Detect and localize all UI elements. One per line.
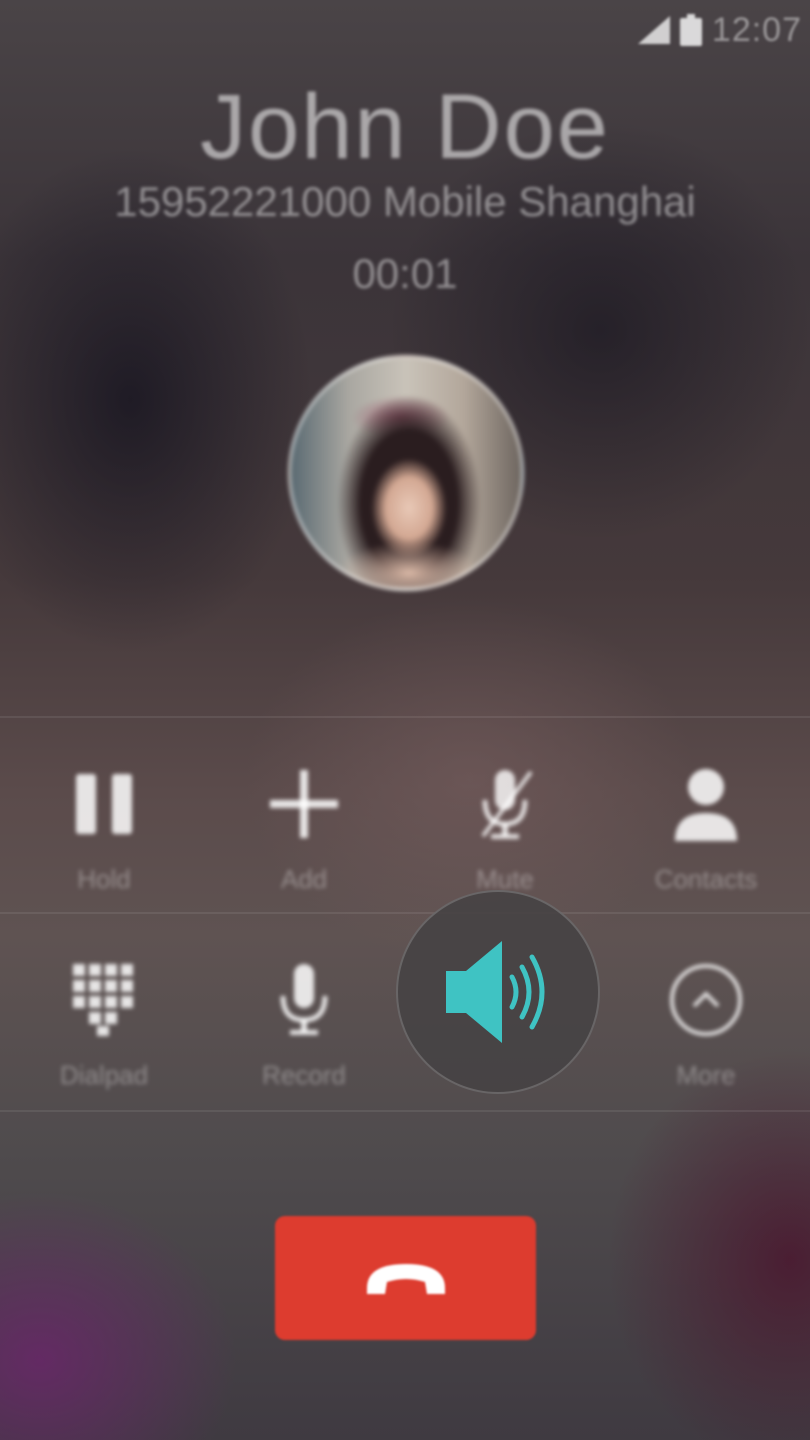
contacts-label: Contacts <box>654 864 758 894</box>
divider <box>0 1110 810 1112</box>
divider <box>0 912 810 914</box>
status-bar: 12:07 <box>637 10 802 50</box>
incoming-call-screen: 12:07 John Doe 15952221000 Mobile Shangh… <box>0 0 810 1440</box>
chevron-up-circle-icon <box>670 964 742 1036</box>
speaker-button[interactable] <box>396 890 600 1094</box>
hold-label: Hold <box>77 864 131 894</box>
end-call-button[interactable] <box>275 1216 536 1340</box>
hold-button[interactable]: Hold <box>4 764 204 895</box>
more-button[interactable]: More <box>606 960 806 1091</box>
dialpad-button[interactable]: Dialpad <box>4 960 204 1091</box>
more-label: More <box>676 1060 736 1090</box>
record-label: Record <box>262 1060 346 1090</box>
caller-name: John Doe <box>200 76 610 178</box>
mic-muted-icon <box>481 770 533 839</box>
dialpad-label: Dialpad <box>59 1060 149 1090</box>
caller-avatar <box>288 355 524 591</box>
microphone-icon <box>280 964 328 1035</box>
divider <box>0 716 810 718</box>
pause-icon <box>76 774 132 834</box>
mute-button[interactable]: Mute <box>405 764 605 895</box>
status-time: 12:07 <box>711 10 802 49</box>
record-button[interactable]: Record <box>204 960 404 1091</box>
call-duration: 00:01 <box>352 250 458 297</box>
speaker-icon <box>446 941 545 1043</box>
plus-icon <box>270 770 338 838</box>
signal-icon <box>637 16 670 44</box>
contact-person-icon <box>675 769 737 841</box>
add-label: Add <box>280 864 328 894</box>
add-call-button[interactable]: Add <box>204 764 404 895</box>
dialpad-icon <box>73 964 133 1036</box>
battery-icon <box>679 14 702 46</box>
hang-up-icon <box>366 1264 445 1294</box>
contacts-button[interactable]: Contacts <box>606 764 806 895</box>
caller-number-location: 15952221000 Mobile Shanghai <box>114 178 696 225</box>
